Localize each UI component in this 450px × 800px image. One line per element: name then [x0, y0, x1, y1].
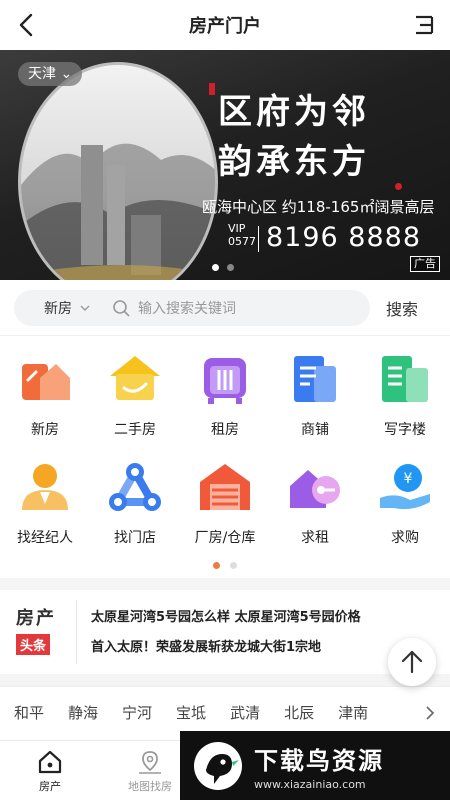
banner-pager [212, 264, 234, 271]
app-header: 房产门户 [0, 0, 450, 50]
svg-text:¥: ¥ [404, 471, 413, 487]
district-tab[interactable]: 北辰 [284, 702, 314, 723]
seek-buy-icon: ¥ [380, 464, 430, 510]
search-box[interactable]: 新房 输入搜索关键词 [14, 289, 370, 326]
rental-icon [204, 358, 246, 404]
category-seek-rent[interactable]: 求租 [270, 458, 360, 566]
shop-icon [294, 356, 336, 402]
news-item[interactable]: 太原星河湾5号园怎么样 太原星河湾5号园价格 [91, 606, 361, 636]
home-icon [38, 750, 62, 774]
bird-logo-icon [194, 741, 242, 790]
chevron-right-icon[interactable] [424, 705, 436, 720]
category-new-house[interactable]: 新房 [0, 350, 90, 458]
category-store[interactable]: 找门店 [90, 458, 180, 566]
warehouse-icon [200, 464, 250, 510]
vip-label: VIP 0577 [228, 222, 256, 248]
news-logo: 房产 头条 [16, 608, 56, 655]
section-divider [0, 578, 450, 590]
promo-banner[interactable]: 天津 ⌄ 区府为邻 韵承东方 瓯海中心区 约118-165㎡阔景高层 VIP 0… [0, 50, 450, 280]
chevron-down-icon: ⌄ [60, 66, 73, 82]
tab-home[interactable]: 房产 [0, 741, 100, 800]
district-tab[interactable]: 静海 [68, 702, 98, 723]
district-tab[interactable]: 武清 [230, 702, 260, 723]
site-watermark: 下载鸟资源 www.xiazainiao.com [180, 731, 450, 800]
menu-icon[interactable] [414, 14, 434, 36]
news-item[interactable]: 首入太原！荣盛发展斩获龙城大街1宗地 [91, 636, 361, 666]
category-shop[interactable]: 商铺 [270, 350, 360, 458]
seek-rent-icon [290, 470, 340, 508]
page-title: 房产门户 [189, 16, 261, 37]
headline-news: 房产 头条 太原星河湾5号园怎么样 太原星河湾5号园价格 首入太原！荣盛发展斩获… [0, 590, 450, 686]
watermark-url: www.xiazainiao.com [254, 777, 366, 791]
banner-subline: 瓯海中心区 约118-165㎡阔景高层 [202, 198, 435, 216]
grid-dot-1 [213, 562, 220, 569]
new-house-icon [22, 364, 70, 400]
agent-icon [22, 464, 68, 510]
banner-illustration [18, 62, 218, 280]
category-warehouse[interactable]: 厂房/仓库 [180, 458, 270, 566]
banner-phone: 8196 8888 [266, 222, 422, 253]
banner-headline-line2: 韵承东方 [218, 142, 370, 182]
category-grid: 新房 二手房 租房 商铺 写字楼 找经纪人 找门店 厂房/仓库 求租 ¥ 求购 [0, 336, 450, 578]
category-second-hand[interactable]: 二手房 [90, 350, 180, 458]
store-icon [109, 463, 161, 511]
city-selector[interactable]: 天津 ⌄ [18, 62, 83, 86]
search-row: 新房 输入搜索关键词 搜索 [0, 280, 450, 336]
red-seal-mark [209, 83, 215, 95]
category-office[interactable]: 写字楼 [360, 350, 450, 458]
banner-headline-line1: 区府为邻 [218, 92, 370, 132]
grid-dot-2 [230, 562, 237, 569]
search-button[interactable]: 搜索 [386, 296, 418, 320]
district-tab[interactable]: 和平 [14, 702, 44, 723]
category-seek-buy[interactable]: ¥ 求购 [360, 458, 450, 566]
watermark-title: 下载鸟资源 [254, 746, 384, 775]
district-tab[interactable]: 津南 [338, 702, 368, 723]
chevron-down-icon[interactable] [80, 303, 90, 313]
district-tab[interactable]: 宝坻 [176, 702, 206, 723]
news-list: 太原星河湾5号园怎么样 太原星河湾5号园价格 首入太原！荣盛发展斩获龙城大街1宗… [77, 590, 361, 674]
back-arrow-icon[interactable] [14, 12, 40, 38]
phone-divider [258, 226, 259, 252]
search-input[interactable]: 输入搜索关键词 [138, 298, 236, 318]
district-tab[interactable]: 宁河 [122, 702, 152, 723]
category-agent[interactable]: 找经纪人 [0, 458, 90, 566]
banner-dot-1 [212, 264, 219, 271]
office-building-icon [382, 356, 428, 402]
red-dot-mark [395, 183, 402, 190]
search-category[interactable]: 新房 [44, 298, 72, 318]
second-hand-house-icon [110, 356, 160, 400]
back-to-top-button[interactable] [388, 638, 436, 686]
map-pin-icon [139, 751, 161, 774]
section-divider [0, 674, 450, 686]
ad-tag: 广告 [410, 256, 440, 272]
banner-dot-2 [227, 264, 234, 271]
city-label: 天津 [28, 66, 56, 82]
search-icon [113, 299, 130, 316]
category-rental[interactable]: 租房 [180, 350, 270, 458]
